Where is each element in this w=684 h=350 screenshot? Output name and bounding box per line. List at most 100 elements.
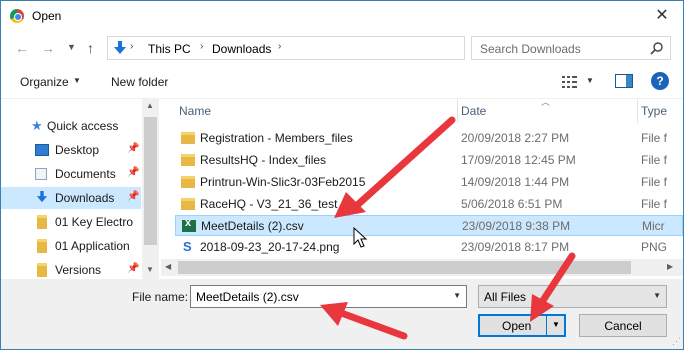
scroll-down-icon[interactable]: ▼ <box>146 265 154 274</box>
sidebar-item-documents[interactable]: Documents 📌 <box>1 163 141 185</box>
cancel-button[interactable]: Cancel <box>579 314 667 337</box>
chevron-down-icon[interactable]: ▼ <box>586 76 594 85</box>
sidebar-item-01-key-electro[interactable]: 01 Key Electro <box>1 211 141 233</box>
navigation-bar: ← → ▼ ↑ › This PC › Downloads › ▼ ↻ Sear… <box>1 33 683 63</box>
star-icon: ★ <box>31 118 43 133</box>
file-type: File f <box>641 153 668 167</box>
search-icon <box>650 42 663 55</box>
file-name: ResultsHQ - Index_files <box>200 153 327 167</box>
organize-button[interactable]: Organize <box>20 75 69 89</box>
horizontal-scroll-thumb[interactable] <box>178 261 631 274</box>
sidebar-item-label: Documents <box>55 167 116 181</box>
file-type: Micr <box>642 219 665 233</box>
file-row[interactable]: ResultsHQ - Index_files 17/09/2018 12:45… <box>175 150 683 171</box>
scroll-left-icon[interactable]: ◀ <box>165 262 171 271</box>
file-name: Printrun-Win-Slic3r-03Feb2015 <box>200 175 366 189</box>
file-row[interactable]: RaceHQ - V3_21_36_test 5/06/2018 6:51 PM… <box>175 194 683 215</box>
sidebar-scrollbar[interactable]: ▲ ▼ <box>142 99 159 279</box>
file-type-filter[interactable]: All Files ▼ <box>478 285 667 308</box>
file-list: Name ︿ Date Type Registration - Members_… <box>161 99 683 277</box>
breadcrumb-separator-icon: › <box>130 41 134 52</box>
column-header-date[interactable]: Date <box>461 99 486 123</box>
file-type: File f <box>641 197 668 211</box>
pin-icon: 📌 <box>127 191 140 202</box>
forward-arrow-icon[interactable]: → <box>41 40 55 56</box>
folder-icon <box>181 198 195 210</box>
column-divider[interactable] <box>457 99 458 123</box>
file-row-selected[interactable]: MeetDetails (2).csv 23/09/2018 9:38 PM M… <box>175 215 683 236</box>
sidebar-item-label: 01 Key Electro <box>55 215 134 229</box>
breadcrumb-separator-icon[interactable]: › <box>278 41 281 52</box>
png-file-icon: S <box>183 239 192 254</box>
file-type-filter-value: All Files <box>484 290 527 304</box>
folder-icon <box>37 215 47 229</box>
download-arrow-icon <box>36 191 48 203</box>
new-folder-button[interactable]: New folder <box>111 75 168 89</box>
resize-grip-icon[interactable]: ⋰ <box>672 336 681 347</box>
folder-icon <box>37 263 47 277</box>
file-name-label: File name: <box>132 290 189 304</box>
preview-pane-icon[interactable] <box>615 74 633 88</box>
chevron-down-icon[interactable]: ▼ <box>552 320 560 329</box>
file-date: 20/09/2018 2:27 PM <box>461 131 570 145</box>
pin-icon: 📌 <box>127 167 140 178</box>
file-name-field[interactable]: MeetDetails (2).csv ▼ <box>190 285 467 308</box>
file-date: 23/09/2018 8:17 PM <box>461 240 570 254</box>
file-row[interactable]: S 2018-09-23_20-17-24.png 23/09/2018 8:1… <box>175 237 683 258</box>
back-arrow-icon[interactable]: ← <box>15 40 29 56</box>
navigation-pane: ★ Quick access Desktop 📌 Documents 📌 Dow… <box>1 99 159 279</box>
column-header-name[interactable]: Name <box>179 99 211 123</box>
search-placeholder: Search Downloads <box>480 42 581 56</box>
file-name-value: MeetDetails (2).csv <box>196 290 299 304</box>
address-bar[interactable]: › This PC › Downloads › ▼ ↻ <box>107 36 558 60</box>
pin-icon: 📌 <box>127 143 140 154</box>
chevron-down-icon[interactable]: ▼ <box>453 291 461 300</box>
sort-chevron-icon: ︿ <box>541 99 551 107</box>
file-row[interactable]: Printrun-Win-Slic3r-03Feb2015 14/09/2018… <box>175 172 683 193</box>
sidebar-item-label: Downloads <box>55 191 115 205</box>
file-type: File f <box>641 175 668 189</box>
sidebar-item-label: Desktop <box>55 143 100 157</box>
chrome-icon <box>10 9 24 23</box>
view-options-icon[interactable] <box>562 75 578 89</box>
breadcrumb-this-pc[interactable]: This PC <box>148 42 191 56</box>
sidebar-item-desktop[interactable]: Desktop 📌 <box>1 139 141 161</box>
scroll-up-icon[interactable]: ▲ <box>146 101 154 110</box>
sidebar-item-quick-access[interactable]: ★ Quick access <box>1 115 141 137</box>
file-date: 14/09/2018 1:44 PM <box>461 175 570 189</box>
file-date: 5/06/2018 6:51 PM <box>461 197 563 211</box>
scroll-right-icon[interactable]: ▶ <box>667 262 673 271</box>
documents-icon <box>35 168 47 180</box>
folder-icon <box>181 176 195 188</box>
file-type: File f <box>641 131 668 145</box>
pin-icon: 📌 <box>127 263 140 274</box>
column-divider[interactable] <box>637 99 638 123</box>
command-bar: Organize ▼ New folder ▼ ? <box>1 65 683 99</box>
close-button[interactable]: ✕ <box>641 1 683 31</box>
folder-icon <box>181 132 195 144</box>
open-button-label: Open <box>502 319 532 333</box>
help-icon[interactable]: ? <box>651 72 669 90</box>
folder-icon <box>37 239 47 253</box>
chevron-down-icon[interactable]: ▼ <box>73 76 81 85</box>
sidebar-item-versions[interactable]: Versions 📌 <box>1 259 141 279</box>
file-row[interactable]: Registration - Members_files 20/09/2018 … <box>175 128 683 149</box>
sidebar-scroll-thumb[interactable] <box>144 117 157 245</box>
horizontal-scrollbar[interactable]: ◀ ▶ <box>161 259 683 276</box>
title-bar: Open ✕ <box>1 1 683 31</box>
breadcrumb-downloads[interactable]: Downloads <box>212 42 271 56</box>
recent-locations-chevron-icon[interactable]: ▼ <box>67 42 76 52</box>
breadcrumb-separator-icon[interactable]: › <box>200 41 203 52</box>
open-button[interactable]: Open ▼ <box>478 314 566 337</box>
up-arrow-icon[interactable]: ↑ <box>87 40 94 56</box>
column-header-type[interactable]: Type <box>641 99 667 123</box>
cancel-button-label: Cancel <box>604 319 642 333</box>
sidebar-item-label: Quick access <box>47 119 119 133</box>
desktop-icon <box>35 144 49 156</box>
sidebar-item-downloads[interactable]: Downloads 📌 <box>1 187 141 209</box>
search-input[interactable]: Search Downloads <box>471 36 671 60</box>
sidebar-item-01-application[interactable]: 01 Application <box>1 235 141 257</box>
chevron-down-icon[interactable]: ▼ <box>653 291 661 300</box>
sidebar-item-label: 01 Application <box>55 239 130 253</box>
csv-file-icon <box>182 217 196 232</box>
